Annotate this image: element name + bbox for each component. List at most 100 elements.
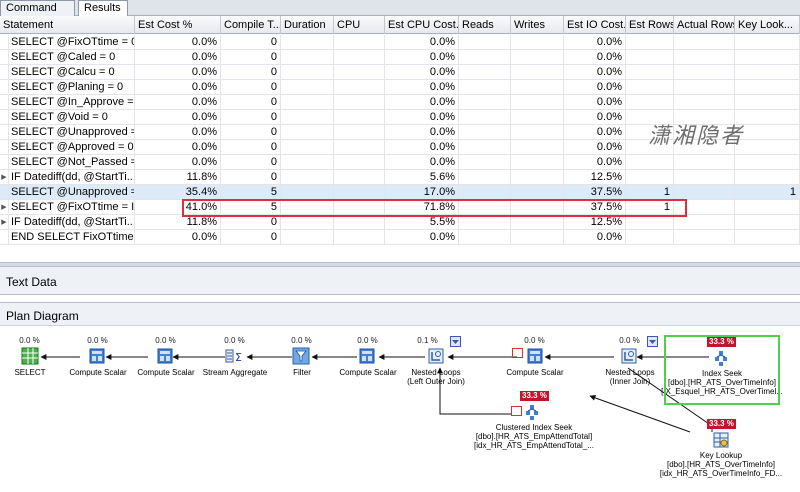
- cell-est-rows: [626, 95, 674, 110]
- table-row[interactable]: SELECT @Not_Passed = 0 0.0% 0 0.0% 0.0%: [0, 155, 800, 170]
- cell-actual-rows: [674, 65, 735, 80]
- cell-writes: [511, 140, 564, 155]
- col-est-cpu-cost[interactable]: Est CPU Cost...: [385, 16, 459, 34]
- table-row[interactable]: ▶ IF Datediff(dd, @StartTi... 11.8% 0 5.5% 12…: [0, 215, 800, 230]
- row-gutter: [0, 185, 9, 200]
- cell-key-lookups: [735, 170, 800, 185]
- col-compile-time[interactable]: Compile T...: [221, 16, 281, 34]
- cell-est-io: 0.0%: [564, 230, 626, 245]
- node-cost: 0.1 %: [417, 336, 438, 345]
- cell-est-cpu: 0.0%: [385, 35, 459, 50]
- table-row[interactable]: END SELECT FixOTtime... 0.0% 0 0.0% 0.0%: [0, 230, 800, 245]
- parallel-icon: [450, 336, 461, 347]
- col-reads[interactable]: Reads: [459, 16, 511, 34]
- cell-key-lookups: [735, 80, 800, 95]
- col-est-io-cost[interactable]: Est IO Cost...: [564, 16, 626, 34]
- col-statement[interactable]: Statement: [0, 16, 135, 34]
- cell-est-cpu: 0.0%: [385, 50, 459, 65]
- plan-node-nested-loops-inner[interactable]: 0.0 % Nested Loops (Inner Join): [605, 336, 658, 396]
- highlight-square: [512, 348, 523, 358]
- cell-compile: 0: [221, 170, 281, 185]
- node-label: Key Lookup: [699, 451, 743, 460]
- col-writes[interactable]: Writes: [511, 16, 564, 34]
- plan-node-key-lookup[interactable]: 33.3 % Key Lookup [dbo].[HR_ATS_OverTime…: [660, 418, 782, 480]
- node-cost: 0.0 %: [357, 336, 378, 345]
- cell-writes: [511, 155, 564, 170]
- col-cpu[interactable]: CPU: [334, 16, 385, 34]
- cell-est-cost: 0.0%: [135, 35, 221, 50]
- svg-text:Σ: Σ: [235, 351, 242, 364]
- table-row[interactable]: SELECT @Caled = 0 0.0% 0 0.0% 0.0%: [0, 50, 800, 65]
- row-gutter: [0, 35, 9, 50]
- plan-node-compute-scalar-4[interactable]: 0.0 % Compute Scalar: [506, 336, 563, 386]
- cell-reads: [459, 35, 511, 50]
- cell-est-rows: [626, 35, 674, 50]
- tab-command-text[interactable]: Command Text: [0, 0, 75, 29]
- cell-duration: [281, 140, 334, 155]
- row-gutter: [0, 110, 9, 125]
- plan-node-nested-loops-outer[interactable]: 0.1 % Nested Loops (Left Outer Join): [407, 336, 465, 396]
- cell-est-rows: [626, 80, 674, 95]
- node-cost: 0.0 %: [87, 336, 108, 345]
- cell-writes: [511, 80, 564, 95]
- cell-statement: SELECT @FixOTtime = 0: [11, 35, 135, 50]
- cell-writes: [511, 125, 564, 140]
- row-gutter: [0, 230, 9, 245]
- cell-est-rows: [626, 155, 674, 170]
- cell-compile: 0: [221, 125, 281, 140]
- plan-node-filter[interactable]: 0.0 % Filter: [284, 336, 319, 386]
- cell-cpu: [334, 50, 385, 65]
- plan-node-compute-scalar-1[interactable]: 0.0 % Compute Scalar: [69, 336, 126, 386]
- cell-writes: [511, 110, 564, 125]
- table-row[interactable]: SELECT @FixOTtime = 0 0.0% 0 0.0% 0.0%: [0, 35, 800, 50]
- expand-arrow-icon[interactable]: ▶: [0, 200, 9, 215]
- col-actual-rows[interactable]: Actual Rows: [674, 16, 735, 34]
- plan-node-select[interactable]: 0.0 % SELECT: [12, 336, 47, 386]
- table-row[interactable]: SELECT @In_Approve = 0 0.0% 0 0.0% 0.0%: [0, 95, 800, 110]
- cell-compile: 0: [221, 215, 281, 230]
- cell-statement: SELECT @FixOTtime = I...: [11, 200, 135, 215]
- table-row[interactable]: ▶ IF Datediff(dd, @StartTi... 11.8% 0 5.6% 12…: [0, 170, 800, 185]
- cell-compile: 0: [221, 155, 281, 170]
- expand-arrow-icon[interactable]: ▶: [0, 215, 9, 230]
- plan-node-compute-scalar-2[interactable]: 0.0 % Compute Scalar: [137, 336, 194, 386]
- node-cost: 0.0 %: [19, 336, 40, 345]
- table-row[interactable]: SELECT @Calcu = 0 0.0% 0 0.0% 0.0%: [0, 65, 800, 80]
- cell-statement: SELECT @In_Approve = 0: [11, 95, 135, 110]
- col-key-lookups[interactable]: Key Look...: [735, 16, 800, 34]
- table-row[interactable]: SELECT @Planing = 0 0.0% 0 0.0% 0.0%: [0, 80, 800, 95]
- cell-actual-rows: [674, 170, 735, 185]
- col-est-cost[interactable]: Est Cost %: [135, 16, 221, 34]
- cell-est-cost: 0.0%: [135, 80, 221, 95]
- plan-node-stream-aggregate[interactable]: 0.0 % Σ Stream Aggregate: [203, 336, 267, 386]
- cell-actual-rows: [674, 95, 735, 110]
- cell-est-rows: 1: [626, 185, 674, 200]
- cell-compile: 5: [221, 200, 281, 215]
- plan-node-clustered-index-seek[interactable]: 33.3 % Clustered Index Seek [dbo].[HR_AT…: [474, 390, 594, 452]
- cell-est-io: 0.0%: [564, 35, 626, 50]
- cell-writes: [511, 170, 564, 185]
- cell-reads: [459, 170, 511, 185]
- cell-duration: [281, 230, 334, 245]
- cell-reads: [459, 125, 511, 140]
- col-est-rows[interactable]: Est Rows: [626, 16, 674, 34]
- table-row[interactable]: SELECT @Unapproved =... 35.4% 5 17.0% 37.5% 1…: [0, 185, 800, 200]
- cell-statement: END SELECT FixOTtime...: [11, 230, 135, 245]
- cell-actual-rows: [674, 215, 735, 230]
- cell-reads: [459, 65, 511, 80]
- cell-cpu: [334, 230, 385, 245]
- clustered-index-seek-icon: [524, 403, 542, 421]
- cell-compile: 0: [221, 230, 281, 245]
- cell-est-cost: 0.0%: [135, 110, 221, 125]
- tab-results[interactable]: Results: [78, 0, 128, 17]
- table-row[interactable]: ▶ SELECT @FixOTtime = I... 41.0% 5 71.8% 37.5…: [0, 200, 800, 215]
- cell-duration: [281, 200, 334, 215]
- cell-est-io: 37.5%: [564, 185, 626, 200]
- cell-est-cost: 0.0%: [135, 50, 221, 65]
- text-data-panel: Text Data: [0, 267, 800, 295]
- expand-arrow-icon[interactable]: ▶: [0, 170, 9, 185]
- col-duration[interactable]: Duration: [281, 16, 334, 34]
- cell-writes: [511, 230, 564, 245]
- text-data-title: Text Data: [6, 275, 57, 289]
- cell-cpu: [334, 65, 385, 80]
